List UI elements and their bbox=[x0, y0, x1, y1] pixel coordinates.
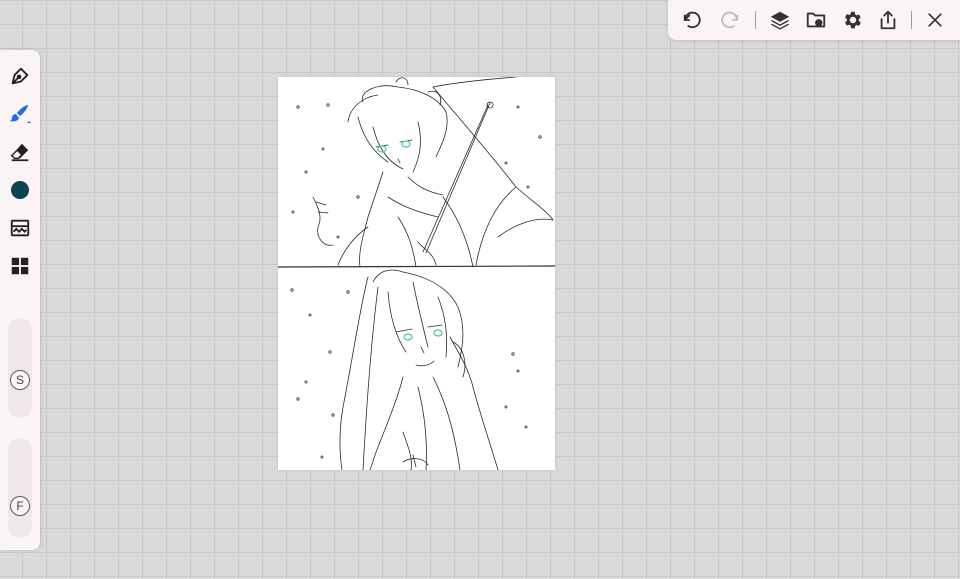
share-button[interactable] bbox=[875, 7, 901, 33]
brush-flow-label: F bbox=[16, 499, 24, 513]
brush-size-slider[interactable]: S bbox=[8, 318, 32, 418]
undo-button[interactable] bbox=[679, 7, 705, 33]
top-toolbar bbox=[668, 0, 960, 40]
layers-icon bbox=[770, 11, 790, 30]
brush-size-handle[interactable]: S bbox=[10, 370, 30, 390]
eraser-tool-button[interactable] bbox=[7, 139, 33, 165]
import-button[interactable] bbox=[803, 7, 829, 33]
filter-icon bbox=[10, 219, 30, 237]
pen-icon bbox=[11, 67, 29, 85]
gear-icon bbox=[845, 11, 861, 29]
sketch-artwork bbox=[278, 77, 555, 470]
redo-icon bbox=[721, 11, 739, 29]
layers-button[interactable] bbox=[767, 7, 793, 33]
left-toolbar: S F bbox=[0, 50, 40, 550]
eraser-icon bbox=[10, 143, 29, 162]
filter-tool-button[interactable] bbox=[7, 215, 33, 241]
settings-button[interactable] bbox=[839, 7, 865, 33]
color-swatch bbox=[11, 181, 29, 199]
brush-flow-handle[interactable]: F bbox=[10, 496, 30, 516]
color-picker-button[interactable] bbox=[7, 177, 33, 203]
pen-tool-button[interactable] bbox=[7, 63, 33, 89]
close-icon bbox=[928, 13, 942, 27]
brush-tool-button[interactable] bbox=[7, 101, 33, 127]
share-icon bbox=[880, 10, 896, 30]
brush-icon bbox=[10, 105, 31, 123]
toolbar-divider bbox=[755, 11, 756, 29]
undo-icon bbox=[683, 11, 701, 29]
redo-button[interactable] bbox=[717, 7, 743, 33]
materials-icon bbox=[11, 257, 29, 275]
materials-button[interactable] bbox=[7, 253, 33, 279]
brush-flow-slider[interactable]: F bbox=[8, 438, 32, 538]
brush-size-label: S bbox=[15, 373, 24, 387]
import-icon bbox=[806, 12, 826, 28]
close-button[interactable] bbox=[922, 7, 948, 33]
toolbar-divider bbox=[911, 11, 912, 29]
drawing-canvas[interactable] bbox=[278, 77, 555, 470]
